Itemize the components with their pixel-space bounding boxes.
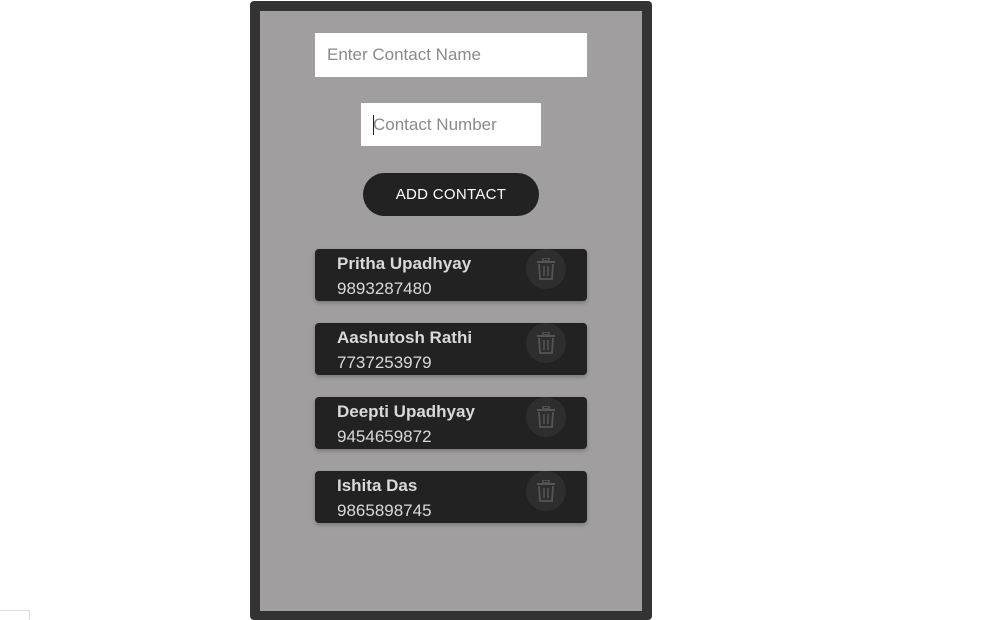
- contact-card: Deepti Upadhyay 9454659872: [315, 397, 587, 449]
- contact-name: Aashutosh Rathi: [337, 328, 473, 347]
- contact-number: 9865898745: [337, 501, 432, 520]
- trash-icon: [537, 258, 555, 280]
- contact-card: Aashutosh Rathi 7737253979: [315, 323, 587, 375]
- contact-panel: ADD CONTACT Pritha Upadhyay 9893287480: [260, 11, 642, 611]
- contact-number-input[interactable]: [361, 103, 541, 146]
- add-contact-button[interactable]: ADD CONTACT: [363, 173, 539, 216]
- text-caret: [373, 115, 374, 135]
- delete-contact-button[interactable]: [526, 249, 566, 289]
- delete-contact-button[interactable]: [526, 397, 566, 437]
- delete-contact-button[interactable]: [526, 471, 566, 511]
- contact-number: 7737253979: [337, 353, 432, 372]
- contact-name: Pritha Upadhyay: [337, 254, 472, 273]
- contact-list: Pritha Upadhyay 9893287480 Aashutosh Rat…: [315, 249, 587, 545]
- trash-icon: [537, 406, 555, 428]
- contact-number: 9893287480: [337, 279, 432, 298]
- contact-card: Pritha Upadhyay 9893287480: [315, 249, 587, 301]
- trash-icon: [537, 480, 555, 502]
- contact-card: Ishita Das 9865898745: [315, 471, 587, 523]
- contact-name: Deepti Upadhyay: [337, 402, 475, 421]
- contact-name: Ishita Das: [337, 476, 418, 495]
- corner-indicator: [0, 610, 30, 620]
- contact-name-input[interactable]: [315, 33, 587, 77]
- trash-icon: [537, 332, 555, 354]
- delete-contact-button[interactable]: [526, 323, 566, 363]
- contact-number: 9454659872: [337, 427, 432, 446]
- app-frame: ADD CONTACT Pritha Upadhyay 9893287480: [250, 1, 652, 620]
